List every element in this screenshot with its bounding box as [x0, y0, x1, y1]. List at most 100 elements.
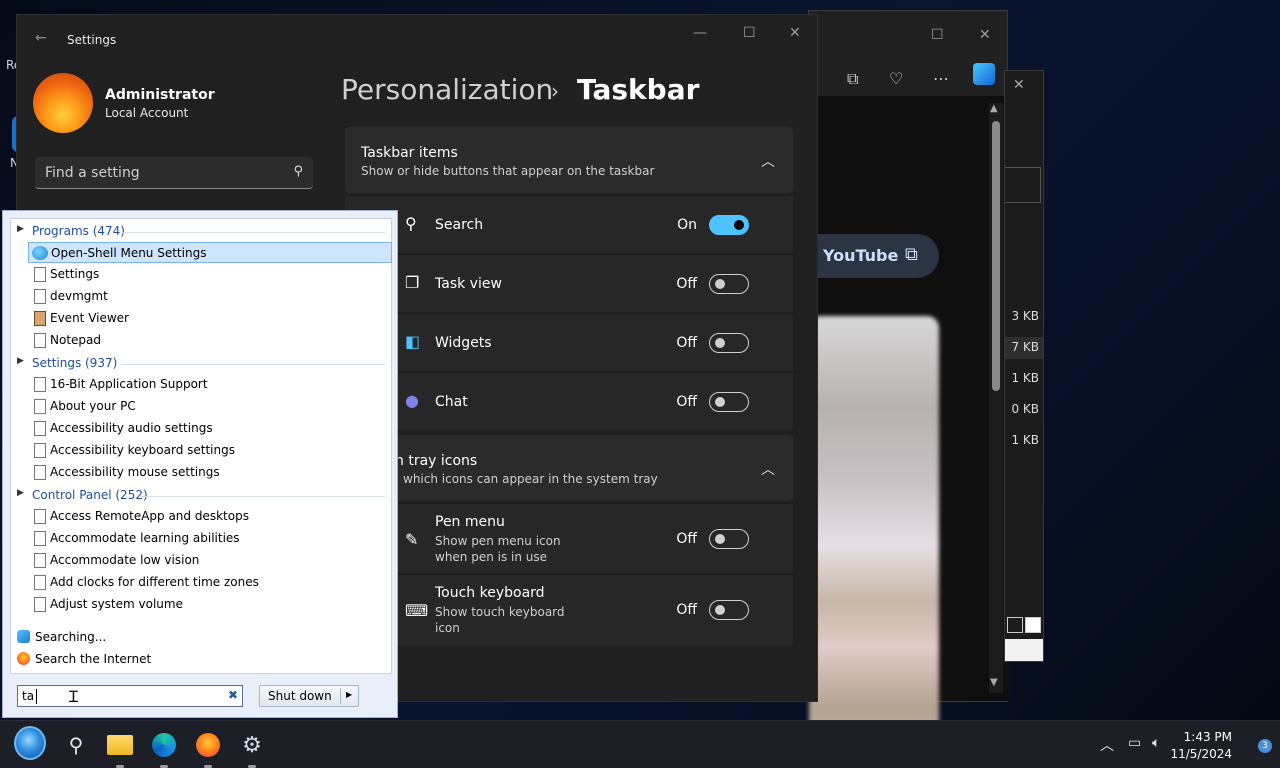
search-icon: ⚲ [68, 733, 84, 757]
tray-icons-header[interactable]: n tray icons which icons can appear in t… [345, 435, 793, 501]
chevron-right-icon: › [551, 79, 559, 103]
more-icon[interactable]: ⋯ [933, 69, 949, 88]
list-item[interactable]: Event Viewer [28, 308, 392, 329]
item-label: About your PC [50, 399, 136, 413]
list-item[interactable]: Open-Shell Menu Settings [28, 242, 392, 263]
toggle-row-search: ⚲ Search On [345, 195, 793, 253]
keyboard-icon: ⌨ [405, 601, 429, 620]
volume-icon[interactable]: 🔈︎ [1152, 735, 1160, 751]
document-icon [34, 443, 46, 458]
chat-toggle[interactable] [709, 392, 749, 412]
pen-menu-toggle[interactable] [709, 529, 749, 549]
close-icon[interactable]: ✕ [789, 25, 801, 41]
shutdown-options-arrow-icon[interactable]: ▶ [346, 690, 352, 699]
document-icon [34, 377, 46, 392]
clear-search-icon[interactable]: ✖ [228, 688, 238, 702]
close-icon[interactable]: ✕ [979, 27, 991, 43]
list-item[interactable]: devmgmt [28, 286, 392, 307]
list-item[interactable]: Access RemoteApp and desktops [28, 506, 392, 527]
toggle-row-pen-menu: ✎ Pen menu Show pen menu icon when pen i… [345, 503, 793, 573]
section-subtitle: Show or hide buttons that appear on the … [361, 164, 655, 178]
network-icon[interactable]: ▭ [1128, 735, 1141, 751]
maximize-icon[interactable]: ☐ [743, 25, 756, 41]
video-thumbnail[interactable] [809, 316, 939, 768]
chevron-up-icon[interactable]: ︿ [1100, 735, 1114, 755]
widgets-toggle[interactable] [709, 333, 749, 353]
document-icon [34, 289, 46, 304]
clock-date[interactable]: 11/5/2024 [1170, 747, 1232, 761]
browser-scrollbar[interactable]: ▲ ▼ [989, 103, 1003, 693]
explorer-search-box[interactable] [1005, 167, 1041, 203]
find-setting-input[interactable]: Find a setting ⚲ [35, 157, 313, 189]
row-label: Pen menu [435, 514, 505, 530]
category-control-panel[interactable]: ▶ Control Panel (252) [11, 485, 391, 505]
list-item[interactable]: Accommodate low vision [28, 550, 392, 571]
item-label: Settings [50, 267, 100, 281]
divider [121, 232, 385, 233]
breadcrumb-parent[interactable]: Personalization [341, 73, 553, 106]
item-label: Accessibility mouse settings [50, 465, 220, 479]
edge-icon [152, 733, 176, 757]
start-button[interactable] [14, 726, 46, 760]
tiles-view-icon[interactable] [1025, 617, 1041, 633]
list-item[interactable]: About your PC [28, 396, 392, 417]
item-label: Open-Shell Menu Settings [51, 246, 207, 260]
list-item[interactable]: Accessibility keyboard settings [28, 440, 392, 461]
windows-orb-icon [14, 726, 46, 760]
document-icon [34, 465, 46, 480]
touch-keyboard-toggle[interactable] [709, 600, 749, 620]
search-button[interactable]: ⚲ [60, 729, 92, 761]
list-item[interactable]: Adjust system volume [28, 594, 392, 615]
list-item[interactable]: Settings [28, 264, 392, 285]
category-programs[interactable]: ▶ Programs (474) [11, 221, 391, 241]
firefox-button[interactable] [192, 729, 224, 761]
list-item[interactable]: 16-Bit Application Support [28, 374, 392, 395]
category-settings[interactable]: ▶ Settings (937) [11, 353, 391, 373]
minimize-icon[interactable]: — [693, 25, 707, 41]
open-shell-icon [32, 246, 48, 260]
edge-button[interactable] [148, 729, 180, 761]
avatar[interactable] [33, 73, 93, 133]
taskbar-items-header[interactable]: Taskbar items Show or hide buttons that … [345, 127, 793, 193]
close-icon[interactable]: ✕ [1013, 77, 1025, 93]
list-item[interactable]: Add clocks for different time zones [28, 572, 392, 593]
notification-badge[interactable]: 3 [1258, 739, 1272, 753]
divider [121, 364, 385, 365]
chevron-up-icon[interactable]: ︿ [761, 459, 775, 479]
list-item[interactable]: Accessibility mouse settings [28, 462, 392, 483]
shutdown-button[interactable]: Shut down ▶ [259, 685, 359, 707]
scroll-thumb[interactable] [992, 121, 1000, 391]
item-label: Accessibility audio settings [50, 421, 213, 435]
search-internet-item[interactable]: Search the Internet [15, 649, 375, 669]
list-item[interactable]: Accommodate learning abilities [28, 528, 392, 549]
task-view-toggle[interactable] [709, 274, 749, 294]
list-item[interactable]: Notepad [28, 330, 392, 351]
shutdown-label: Shut down [268, 689, 332, 703]
maximize-icon[interactable]: ☐ [931, 27, 944, 43]
chevron-up-icon[interactable]: ︿ [761, 151, 775, 171]
section-title: n tray icons [395, 453, 478, 469]
youtube-link[interactable]: YouTube ⧉ [809, 234, 939, 278]
back-arrow-icon[interactable]: ← [35, 30, 47, 46]
start-search-input[interactable]: ta ✖ [17, 685, 243, 707]
file-explorer-button[interactable] [104, 729, 136, 761]
details-view-icon[interactable] [1007, 617, 1023, 633]
toggle-state: Off [676, 276, 697, 292]
clock-time[interactable]: 1:43 PM [1184, 730, 1232, 744]
item-label: Adjust system volume [50, 597, 183, 611]
search-toggle[interactable] [709, 215, 749, 235]
document-icon [34, 333, 46, 348]
collections-icon[interactable]: ⧉ [847, 69, 858, 89]
scroll-down-icon[interactable]: ▼ [990, 677, 998, 688]
item-label: 16-Bit Application Support [50, 377, 208, 391]
settings-button[interactable]: ⚙ [236, 729, 268, 761]
list-item[interactable]: Accessibility audio settings [28, 418, 392, 439]
health-icon[interactable]: ♡ [889, 69, 903, 88]
scroll-up-icon[interactable]: ▲ [990, 103, 998, 114]
copilot-icon[interactable] [973, 63, 995, 85]
section-subtitle: which icons can appear in the system tra… [403, 472, 658, 486]
category-label: Programs (474) [32, 224, 125, 238]
row-label: Touch keyboard [435, 585, 545, 601]
toggle-row-chat: ● Chat Off [345, 372, 793, 430]
file-size: 3 KB [1011, 309, 1039, 323]
